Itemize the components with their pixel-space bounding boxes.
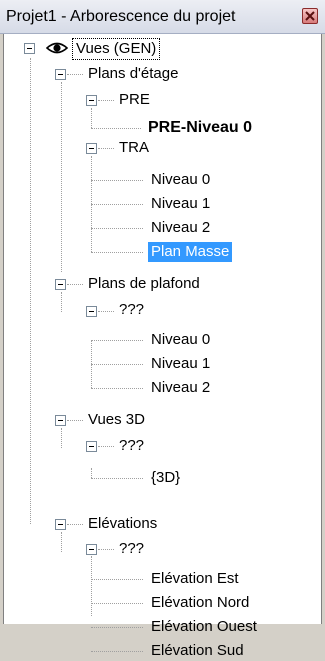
tree-line <box>61 292 62 312</box>
tree-node-elev-east[interactable]: Elévation Est <box>148 569 242 589</box>
tree-node-floor-plans[interactable]: Plans d'étage <box>85 64 181 84</box>
tree-line <box>67 420 83 421</box>
tree-node-ceiling-level2[interactable]: Niveau 2 <box>148 378 213 398</box>
tree-line <box>98 311 114 312</box>
views-3d-group-expander[interactable] <box>86 441 97 452</box>
close-icon <box>305 11 315 21</box>
tree-line <box>91 627 143 628</box>
tree-line <box>98 446 114 447</box>
tree-line <box>61 82 62 272</box>
elevations-group-expander[interactable] <box>86 544 97 555</box>
ceiling-group-expander[interactable] <box>86 306 97 317</box>
tree-node-tra-level2[interactable]: Niveau 2 <box>148 218 213 238</box>
tree-line <box>91 128 141 129</box>
tree-node-ceiling-plans[interactable]: Plans de plafond <box>85 274 203 294</box>
tra-expander[interactable] <box>86 143 97 154</box>
tree-node-ceiling-level0[interactable]: Niveau 0 <box>148 330 213 350</box>
tree-node-elev-west[interactable]: Elévation Ouest <box>148 617 260 637</box>
tree-line <box>30 58 31 524</box>
tree-line <box>91 651 143 652</box>
tree-node-pre-level0[interactable]: PRE-Niveau 0 <box>145 118 255 138</box>
tree-node-tra-level0[interactable]: Niveau 0 <box>148 170 213 190</box>
tree-line <box>91 252 143 253</box>
floor-plans-expander[interactable] <box>55 69 66 80</box>
ceiling-plans-expander[interactable] <box>55 279 66 290</box>
tree-line <box>91 579 143 580</box>
tree-node-ceiling-group[interactable]: ??? <box>116 300 147 320</box>
tree-node-site-plan[interactable]: Plan Masse <box>148 242 233 262</box>
tree-node-views-3d-group[interactable]: ??? <box>116 436 147 456</box>
tree-line <box>91 340 143 341</box>
tree-line <box>91 556 92 616</box>
tree-node-pre[interactable]: PRE <box>116 90 153 110</box>
tree-line <box>91 228 143 229</box>
tree-node-tra[interactable]: TRA <box>116 138 152 158</box>
tree-line <box>61 428 62 448</box>
tree-node-elevations-group[interactable]: ??? <box>116 539 147 559</box>
tree-line <box>67 284 83 285</box>
root-expander[interactable] <box>24 43 35 54</box>
tree-node-views-3d[interactable]: Vues 3D <box>85 410 148 430</box>
tree-line <box>91 204 143 205</box>
tree-line <box>91 388 143 389</box>
tree-line <box>91 180 143 181</box>
tree-node-tra-level1[interactable]: Niveau 1 <box>148 194 213 214</box>
project-tree: Vues (GEN) Plans d'étage PRE PRE-Niveau … <box>0 34 325 659</box>
views-3d-expander[interactable] <box>55 415 66 426</box>
tree-node-view-3d[interactable]: {3D} <box>148 468 183 488</box>
tree-node-elevations[interactable]: Elévations <box>85 514 160 534</box>
panel-title: Projet1 - Arborescence du projet <box>6 8 236 25</box>
tree-line <box>98 100 114 101</box>
tree-node-elev-south[interactable]: Elévation Sud <box>148 641 247 661</box>
tree-line <box>98 148 114 149</box>
tree-line <box>91 364 143 365</box>
close-button[interactable] <box>302 8 318 24</box>
tree-line <box>91 108 92 128</box>
eye-icon <box>46 42 68 54</box>
tree-line <box>67 524 83 525</box>
tree-node-elev-north[interactable]: Elévation Nord <box>148 593 252 613</box>
tree-node-root[interactable]: Vues (GEN) <box>72 38 161 60</box>
tree-line <box>91 468 92 478</box>
tree-line <box>67 74 83 75</box>
tree-line <box>91 603 143 604</box>
tree-line <box>98 549 114 550</box>
tree-line <box>61 532 62 552</box>
pre-expander[interactable] <box>86 95 97 106</box>
elevations-expander[interactable] <box>55 519 66 530</box>
tree-node-ceiling-level1[interactable]: Niveau 1 <box>148 354 213 374</box>
tree-line <box>91 478 143 479</box>
panel-titlebar: Projet1 - Arborescence du projet <box>0 0 325 34</box>
